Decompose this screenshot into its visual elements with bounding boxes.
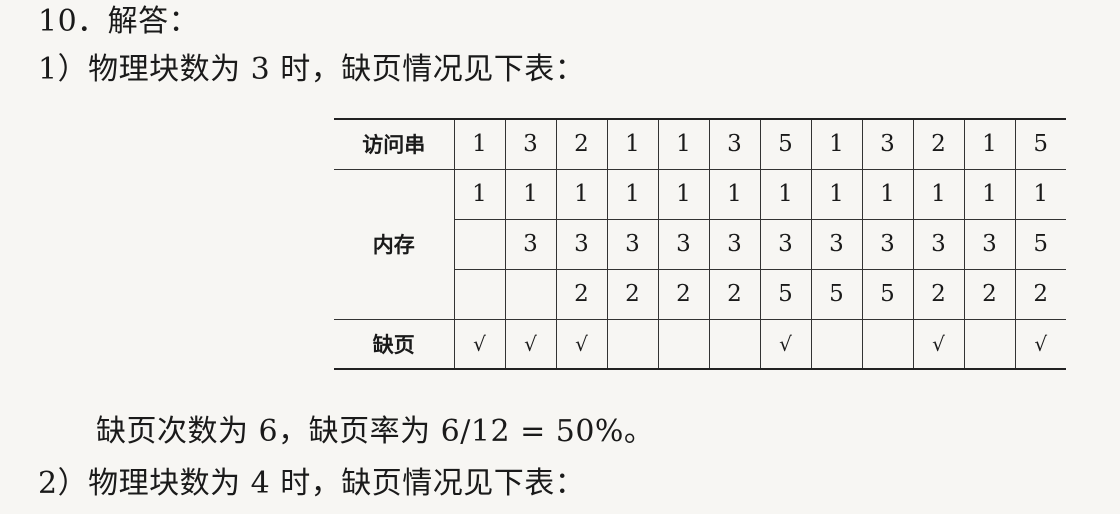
fault-mark: √ <box>1014 319 1066 369</box>
access-cell: 1 <box>606 119 658 170</box>
memory-cell: 2 <box>708 269 760 320</box>
access-cell: 3 <box>708 119 760 170</box>
memory-cell: 2 <box>912 269 964 320</box>
fault-row: 缺页 √ √ √ √ √ √ <box>334 319 1066 369</box>
memory-cell: 2 <box>606 269 658 320</box>
memory-cell <box>453 269 505 320</box>
access-label: 访问串 <box>334 119 454 170</box>
memory-cell: 1 <box>708 169 760 220</box>
memory-cell: 2 <box>1014 269 1066 320</box>
fault-mark: √ <box>504 319 556 369</box>
memory-cell: 3 <box>810 219 862 270</box>
memory-cell: 1 <box>504 169 556 220</box>
memory-row-1: 内存 1 1 1 1 1 1 1 1 1 1 1 1 <box>334 169 1066 320</box>
memory-cell: 1 <box>1014 169 1066 220</box>
access-cell: 1 <box>810 119 862 170</box>
memory-cell: 5 <box>810 269 862 320</box>
fault-mark <box>963 319 1015 369</box>
memory-cell: 1 <box>963 169 1015 220</box>
fault-mark: √ <box>759 319 811 369</box>
memory-cell: 5 <box>759 269 811 320</box>
memory-cell: 3 <box>912 219 964 270</box>
fault-mark: √ <box>555 319 607 369</box>
memory-cell: 1 <box>912 169 964 220</box>
memory-cell: 3 <box>759 219 811 270</box>
part1-heading: 1）物理块数为 3 时，缺页情况见下表： <box>38 52 586 87</box>
fault-mark <box>708 319 760 369</box>
question-heading: 10．解答： <box>38 4 200 39</box>
access-cell: 2 <box>912 119 964 170</box>
access-cell: 5 <box>1014 119 1066 170</box>
fault-label: 缺页 <box>372 332 415 357</box>
access-cell: 3 <box>504 119 556 170</box>
memory-cell: 1 <box>861 169 913 220</box>
memory-cell: 3 <box>708 219 760 270</box>
memory-cell: 1 <box>810 169 862 220</box>
memory-label: 内存 <box>334 169 454 320</box>
memory-cell: 1 <box>453 169 505 220</box>
memory-cell: 2 <box>657 269 709 320</box>
memory-cell: 2 <box>963 269 1015 320</box>
fault-mark <box>861 319 913 369</box>
memory-cell <box>453 219 505 270</box>
fault-mark: √ <box>453 319 505 369</box>
memory-cell: 1 <box>606 169 658 220</box>
memory-cell: 3 <box>555 219 607 270</box>
memory-cell: 3 <box>963 219 1015 270</box>
access-cell: 1 <box>963 119 1015 170</box>
fault-mark <box>810 319 862 369</box>
memory-cell: 3 <box>606 219 658 270</box>
access-cell: 3 <box>861 119 913 170</box>
access-cell: 2 <box>555 119 607 170</box>
memory-cell: 1 <box>759 169 811 220</box>
page-fault-table: 访问串 1 3 2 1 1 3 5 1 3 2 1 5 内存 1 1 1 1 1… <box>334 118 1066 370</box>
access-cell: 5 <box>759 119 811 170</box>
memory-cell: 3 <box>861 219 913 270</box>
access-row: 访问串 1 3 2 1 1 3 5 1 3 2 1 5 <box>334 119 1066 170</box>
fault-mark <box>606 319 658 369</box>
fault-mark <box>657 319 709 369</box>
memory-cell: 1 <box>657 169 709 220</box>
memory-cell <box>504 269 556 320</box>
part2-heading: 2）物理块数为 4 时，缺页情况见下表： <box>38 466 586 501</box>
memory-cell: 3 <box>504 219 556 270</box>
access-cell: 1 <box>453 119 505 170</box>
memory-cell: 3 <box>657 219 709 270</box>
fault-mark: √ <box>912 319 964 369</box>
access-cell: 1 <box>657 119 709 170</box>
memory-cell: 5 <box>861 269 913 320</box>
memory-cell: 5 <box>1014 219 1066 270</box>
memory-cell: 2 <box>555 269 607 320</box>
fault-summary: 缺页次数为 6，缺页率为 6/12 = 50%。 <box>96 414 655 449</box>
memory-cell: 1 <box>555 169 607 220</box>
